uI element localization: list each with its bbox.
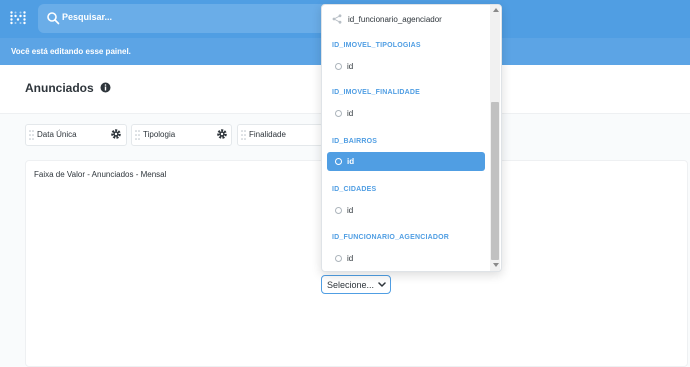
filter-label: Tipologia — [143, 130, 176, 139]
dropdown-item-label: id — [347, 157, 355, 166]
column-picker-dropdown: id_funcionario_agenciador ID_IMOVEL_TIPO… — [321, 4, 502, 272]
filter-tipologia[interactable]: Tipologia — [131, 124, 232, 146]
gear-icon[interactable] — [110, 128, 122, 140]
dropdown-item-label: id — [347, 62, 354, 71]
drag-handle-icon[interactable] — [29, 130, 34, 140]
scrollbar-thumb[interactable] — [491, 102, 499, 260]
dashboard-title[interactable]: Anunciados — [25, 81, 94, 95]
section-header-funcionario-agenciador: ID_FUNCIONARIO_AGENCIADOR — [332, 234, 450, 241]
chevron-down-icon — [378, 282, 386, 287]
dropdown-item-label: id_funcionario_agenciador — [348, 15, 442, 24]
section-header-cidades: ID_CIDADES — [332, 186, 377, 193]
drag-handle-icon[interactable] — [135, 130, 140, 140]
section-header-imovel-tipologias: ID_IMOVEL_TIPOLOGIAS — [332, 42, 421, 49]
dropdown-item-funcionario-agenciador-id[interactable]: id — [327, 249, 485, 268]
section-header-imovel-finalidade: ID_IMOVEL_FINALIDADE — [332, 89, 421, 96]
dropdown-item-finalidade-id[interactable]: id — [327, 104, 485, 123]
radio-icon — [335, 110, 342, 117]
section-header-bairros: ID_BAIRROS — [332, 138, 378, 145]
filter-label: Finalidade — [249, 130, 286, 139]
card-title: Faixa de Valor - Anunciados - Mensal — [34, 170, 167, 179]
info-icon[interactable] — [100, 82, 111, 93]
dropdown-item-bairros-id[interactable]: id — [327, 152, 485, 171]
dropdown-item-tipologias-id[interactable]: id — [327, 57, 485, 76]
search-input[interactable]: Pesquisar... — [38, 4, 358, 33]
drag-handle-icon[interactable] — [241, 130, 246, 140]
scroll-down-arrow-icon[interactable] — [493, 263, 499, 267]
dropdown-item-label: id — [347, 206, 354, 215]
select-button-label: Selecione... — [327, 280, 375, 290]
dropdown-item-label: id — [347, 254, 354, 263]
filter-label: Data Única — [37, 130, 77, 139]
edit-mode-text: Você está editando esse painel. — [11, 47, 131, 56]
dropdown-item-label: id — [347, 109, 354, 118]
filter-data-unica[interactable]: Data Única — [25, 124, 127, 146]
search-icon — [47, 12, 60, 25]
dropdown-item-cidades-id[interactable]: id — [327, 201, 485, 220]
radio-icon — [335, 255, 342, 262]
gear-icon[interactable] — [216, 128, 228, 140]
connections-icon — [332, 14, 342, 24]
radio-icon — [335, 63, 342, 70]
metabase-logo-icon[interactable] — [10, 11, 26, 25]
radio-icon — [335, 207, 342, 214]
filter-finalidade[interactable]: Finalidade — [237, 124, 323, 146]
select-column-button[interactable]: Selecione... — [321, 275, 391, 294]
search-placeholder: Pesquisar... — [62, 12, 113, 22]
scroll-up-arrow-icon[interactable] — [493, 8, 499, 12]
radio-icon — [335, 158, 342, 165]
